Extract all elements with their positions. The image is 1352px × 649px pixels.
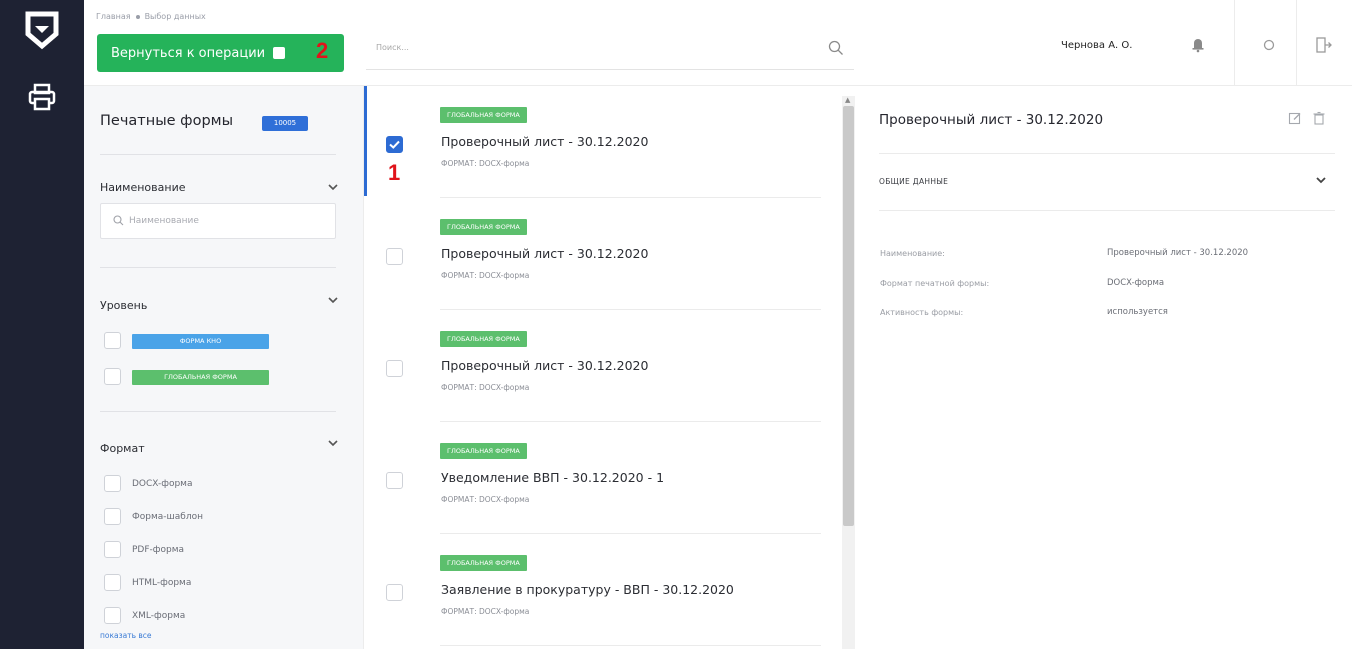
- show-all-link[interactable]: показать все: [100, 631, 152, 640]
- header-divider: [1234, 0, 1235, 86]
- level-checkbox-kno[interactable]: [104, 332, 121, 349]
- format-option[interactable]: Форма-шаблон: [132, 512, 203, 522]
- item-format: ФОРМАТ: DOCX-форма: [441, 495, 530, 504]
- item-checkbox[interactable]: [386, 584, 403, 601]
- name-filter-label: Наименование: [100, 181, 186, 194]
- bell-icon[interactable]: [1187, 34, 1209, 56]
- details-title: Проверочный лист - 30.12.2020: [879, 112, 1104, 128]
- info-icon: [273, 47, 286, 59]
- item-title: Проверочный лист - 30.12.2020: [441, 134, 649, 149]
- forms-count-badge: 10005: [262, 116, 308, 131]
- header-divider: [1296, 0, 1297, 86]
- list-item[interactable]: ГЛОБАЛЬНАЯ ФОРМА Заявление в прокуратуру…: [364, 534, 824, 646]
- divider: [100, 154, 336, 155]
- field-value: используется: [1107, 307, 1168, 317]
- settings-icon[interactable]: [1258, 34, 1280, 56]
- item-title: Проверочный лист - 30.12.2020: [441, 358, 649, 373]
- field-label: Наименование:: [880, 249, 945, 258]
- divider: [879, 153, 1335, 154]
- printer-icon[interactable]: [27, 82, 57, 112]
- check-icon: [389, 140, 400, 149]
- format-filter-label: Формат: [100, 442, 145, 455]
- field-value: DOCX-форма: [1107, 278, 1165, 288]
- details-panel: Проверочный лист - 30.12.2020 ОБЩИЕ ДАНН…: [860, 86, 1352, 649]
- item-tag: ГЛОБАЛЬНАЯ ФОРМА: [440, 555, 527, 571]
- item-title: Уведомление ВВП - 30.12.2020 - 1: [441, 470, 665, 485]
- chevron-down-icon[interactable]: [328, 439, 338, 447]
- format-checkbox[interactable]: [104, 508, 121, 525]
- back-to-operation-button[interactable]: Вернуться к операции: [97, 34, 344, 72]
- format-option[interactable]: HTML-форма: [132, 578, 191, 588]
- name-filter-input[interactable]: Наименование: [100, 203, 336, 239]
- format-option[interactable]: XML-форма: [132, 611, 185, 621]
- item-title: Проверочный лист - 30.12.2020: [441, 246, 649, 261]
- field-label: Активность формы:: [880, 308, 964, 317]
- list-item[interactable]: ГЛОБАЛЬНАЯ ФОРМА Уведомление ВВП - 30.12…: [364, 422, 824, 534]
- annotation-marker-1: 1: [388, 160, 401, 185]
- breadcrumb-separator: [135, 14, 140, 19]
- back-button-label: Вернуться к операции: [111, 45, 266, 61]
- search-icon: [113, 215, 124, 226]
- list-item[interactable]: ГЛОБАЛЬНАЯ ФОРМА Проверочный лист - 30.1…: [364, 310, 824, 422]
- item-checkbox[interactable]: [386, 248, 403, 265]
- level-tag-global: ГЛОБАЛЬНАЯ ФОРМА: [132, 370, 269, 385]
- filters-panel: Печатные формы 10005 Наименование Наимен…: [84, 86, 364, 649]
- level-tag-kno: ФОРМА КНО: [132, 334, 269, 349]
- item-format: ФОРМАТ: DOCX-форма: [441, 159, 530, 168]
- level-checkbox-global[interactable]: [104, 368, 121, 385]
- search-bar[interactable]: Поиск...: [366, 30, 854, 70]
- item-format: ФОРМАТ: DOCX-форма: [441, 607, 530, 616]
- item-tag: ГЛОБАЛЬНАЯ ФОРМА: [440, 331, 527, 347]
- left-rail: [0, 0, 84, 649]
- annotation-marker-2: 2: [316, 38, 329, 63]
- breadcrumb: Главная Выбор данных: [96, 12, 206, 21]
- scroll-up-icon[interactable]: ▲: [845, 96, 850, 104]
- format-checkbox[interactable]: [104, 574, 121, 591]
- forms-list: ГЛОБАЛЬНАЯ ФОРМА Проверочный лист - 30.1…: [364, 86, 839, 649]
- shield-logo-icon[interactable]: [22, 10, 62, 50]
- user-name[interactable]: Чернова А. О.: [1061, 40, 1132, 51]
- divider: [879, 210, 1335, 211]
- breadcrumb-item[interactable]: Выбор данных: [145, 12, 206, 21]
- field-label: Формат печатной формы:: [880, 279, 990, 288]
- search-input[interactable]: Поиск...: [376, 43, 409, 52]
- level-filter-label: Уровень: [100, 299, 148, 312]
- trash-icon[interactable]: [1312, 111, 1326, 125]
- item-tag: ГЛОБАЛЬНАЯ ФОРМА: [440, 219, 527, 235]
- format-checkbox[interactable]: [104, 475, 121, 492]
- search-icon[interactable]: [828, 40, 844, 56]
- format-checkbox[interactable]: [104, 541, 121, 558]
- format-option[interactable]: PDF-форма: [132, 545, 184, 555]
- general-data-section[interactable]: ОБЩИЕ ДАННЫЕ: [879, 177, 948, 186]
- filters-title: Печатные формы: [100, 113, 234, 129]
- chevron-down-icon[interactable]: [328, 183, 338, 191]
- top-header: Главная Выбор данных Вернуться к операции…: [84, 0, 1352, 86]
- item-title: Заявление в прокуратуру - ВВП - 30.12.20…: [441, 582, 734, 597]
- item-checkbox[interactable]: [386, 360, 403, 377]
- chevron-down-icon[interactable]: [1316, 176, 1326, 184]
- list-scrollbar[interactable]: ▲: [842, 96, 855, 649]
- chevron-down-icon[interactable]: [328, 296, 338, 304]
- item-checkbox[interactable]: [386, 472, 403, 489]
- breadcrumb-item[interactable]: Главная: [96, 12, 131, 21]
- format-checkbox[interactable]: [104, 607, 121, 624]
- item-checkbox[interactable]: [386, 136, 403, 153]
- item-format: ФОРМАТ: DOCX-форма: [441, 271, 530, 280]
- divider: [440, 645, 821, 646]
- list-item[interactable]: ГЛОБАЛЬНАЯ ФОРМА Проверочный лист - 30.1…: [364, 198, 824, 310]
- list-item[interactable]: ГЛОБАЛЬНАЯ ФОРМА Проверочный лист - 30.1…: [364, 86, 824, 198]
- name-filter-placeholder: Наименование: [129, 216, 199, 226]
- item-tag: ГЛОБАЛЬНАЯ ФОРМА: [440, 107, 527, 123]
- divider: [100, 411, 336, 412]
- item-tag: ГЛОБАЛЬНАЯ ФОРМА: [440, 443, 527, 459]
- field-value: Проверочный лист - 30.12.2020: [1107, 248, 1249, 258]
- scrollbar-thumb[interactable]: [843, 106, 854, 526]
- edit-icon[interactable]: [1288, 111, 1302, 125]
- logout-icon[interactable]: [1312, 34, 1334, 56]
- format-option[interactable]: DOCX-форма: [132, 479, 192, 489]
- item-format: ФОРМАТ: DOCX-форма: [441, 383, 530, 392]
- divider: [100, 267, 336, 268]
